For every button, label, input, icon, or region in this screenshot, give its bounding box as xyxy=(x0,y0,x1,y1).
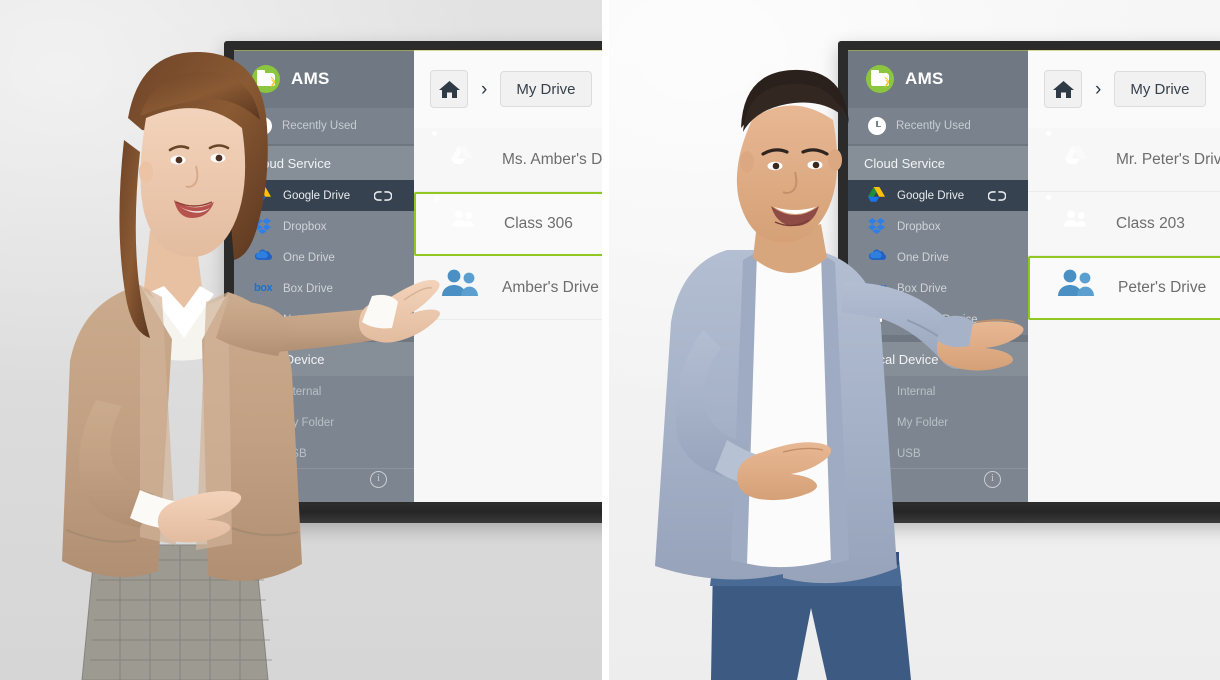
left-photo-panel: AMS Recently Used Cloud Service Google D… xyxy=(0,0,607,680)
right-photo-panel: AMS Recently Used Cloud Service Google D… xyxy=(607,0,1220,680)
panel-divider xyxy=(602,0,609,680)
screenshot-stage: AMS Recently Used Cloud Service Google D… xyxy=(0,0,1220,680)
man-presenter-photo xyxy=(655,69,1024,680)
woman-presenter-photo xyxy=(62,51,440,680)
